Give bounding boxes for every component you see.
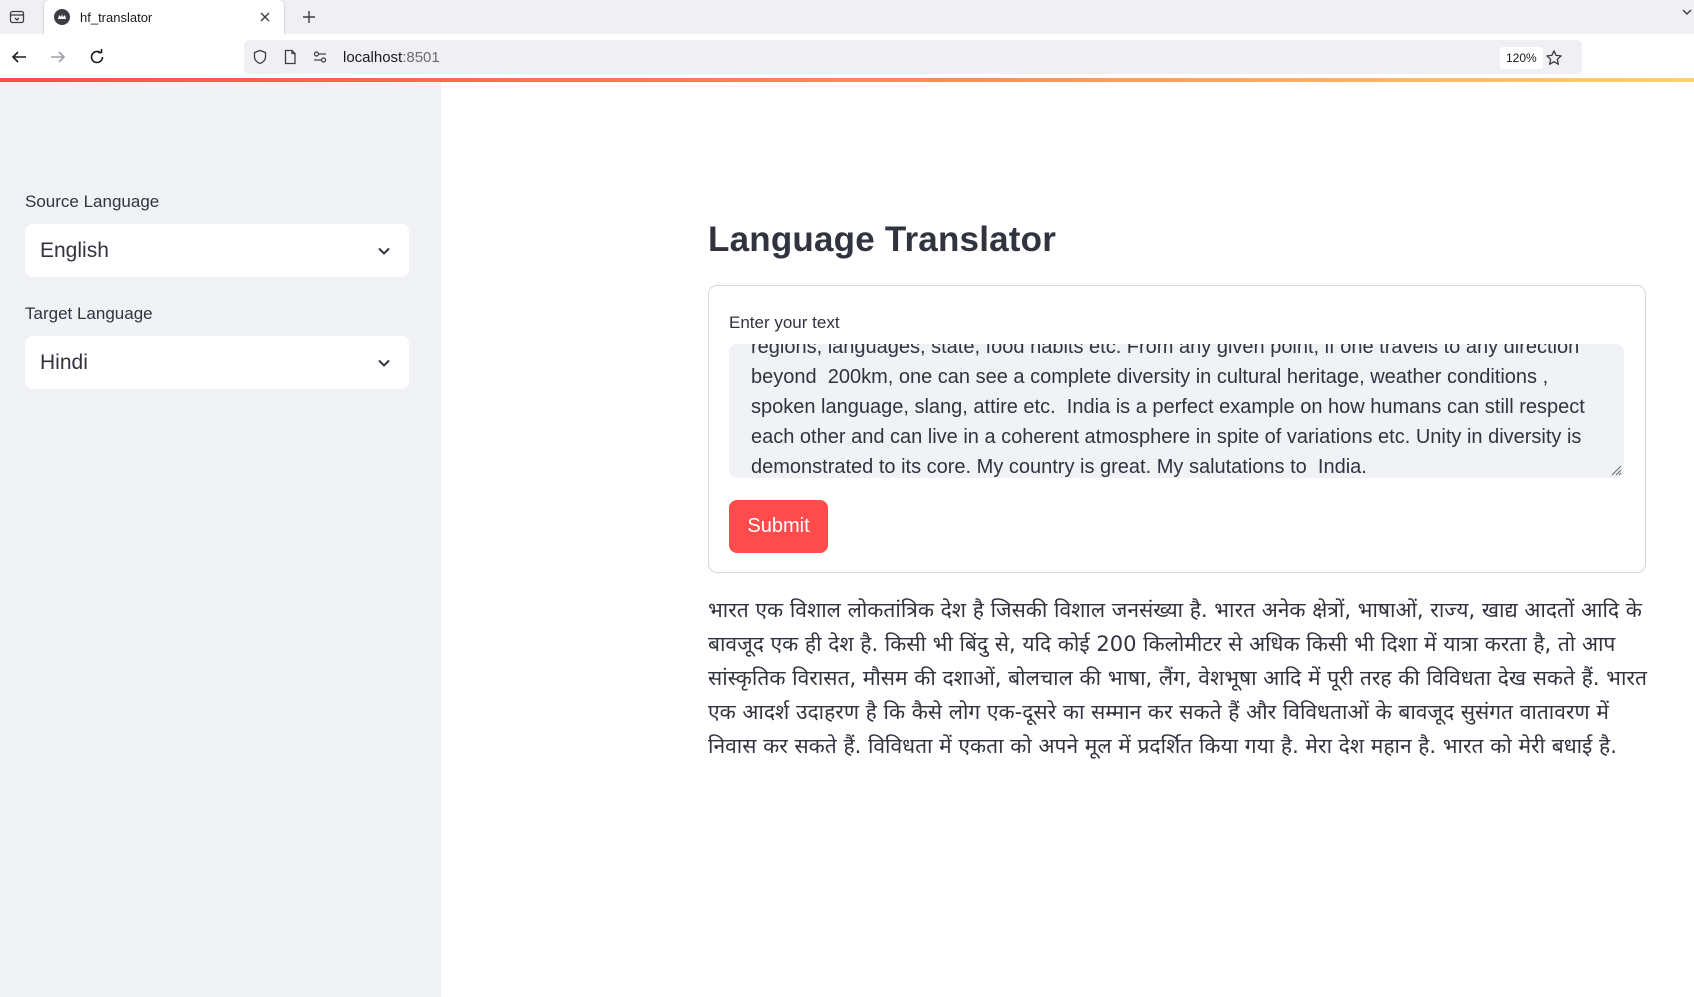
target-language-label: Target Language: [25, 304, 153, 323]
browser-tab[interactable]: hf_translator: [44, 0, 284, 34]
resize-handle-icon[interactable]: [1608, 462, 1622, 476]
submit-button[interactable]: Submit: [729, 500, 828, 553]
permissions-icon[interactable]: [311, 48, 329, 66]
translate-form: Enter your text regions, languages, stat…: [708, 285, 1646, 573]
star-icon[interactable]: [1544, 48, 1564, 68]
plus-icon[interactable]: [298, 6, 320, 28]
input-textarea[interactable]: regions, languages, state, food habits e…: [729, 344, 1624, 478]
url-text: localhost:8501: [343, 49, 440, 66]
input-text-label: Enter your text: [729, 313, 840, 332]
browser-nav-bar: localhost:8501 120%: [0, 34, 1694, 80]
target-language-select[interactable]: Hindi: [25, 336, 409, 389]
arrow-right-icon[interactable]: [46, 45, 70, 69]
source-language-label: Source Language: [25, 192, 160, 211]
source-language-select[interactable]: English: [25, 224, 409, 277]
shield-icon[interactable]: [251, 48, 269, 66]
url-port: :8501: [402, 49, 440, 66]
sidebar: Source Language English Target Language …: [0, 82, 441, 997]
address-bar[interactable]: localhost:8501 120%: [244, 40, 1582, 74]
reload-icon[interactable]: [85, 45, 109, 69]
url-host: localhost: [343, 49, 403, 66]
chevron-down-icon[interactable]: [374, 241, 394, 261]
translation-output: भारत एक विशाल लोकतांत्रिक देश है जिसकी व…: [708, 598, 1647, 758]
chevron-down-icon[interactable]: [1680, 2, 1694, 22]
source-language-value: English: [40, 238, 109, 262]
zoom-level-badge[interactable]: 120%: [1500, 47, 1543, 69]
chevron-down-icon[interactable]: [374, 353, 394, 373]
input-textarea-value: regions, languages, state, food habits e…: [751, 344, 1591, 478]
page-icon[interactable]: [281, 48, 299, 66]
browser-tab-bar: hf_translator: [0, 0, 1694, 34]
page-title: Language Translator: [708, 220, 1057, 259]
tab-list-icon[interactable]: [4, 4, 30, 30]
main-content: Language Translator Enter your text regi…: [441, 82, 1694, 997]
arrow-left-icon[interactable]: [7, 45, 31, 69]
tab-title: hf_translator: [80, 9, 153, 25]
close-icon[interactable]: [256, 8, 274, 26]
streamlit-crown-icon: [54, 9, 70, 25]
target-language-value: Hindi: [40, 350, 88, 374]
